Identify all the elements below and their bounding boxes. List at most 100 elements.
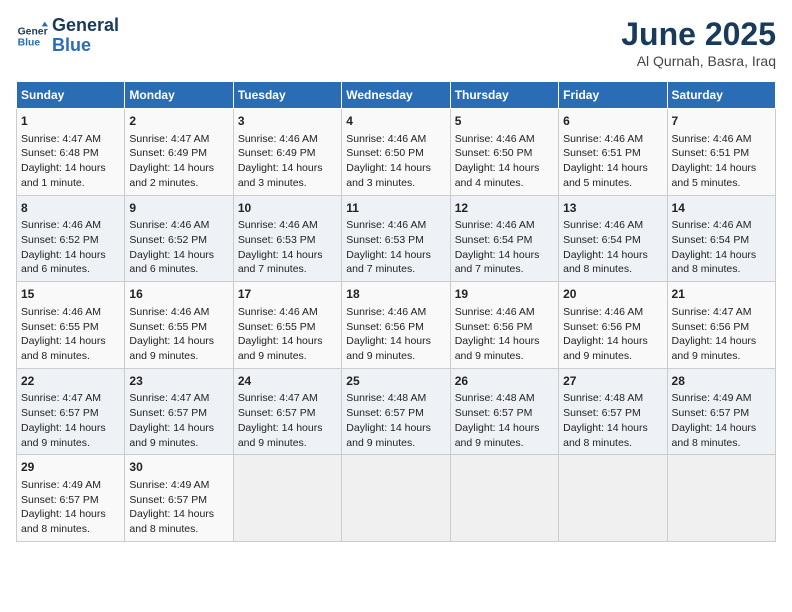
day-info-line: Sunrise: 4:46 AM	[455, 218, 554, 233]
day-info-line: Daylight: 14 hours and 6 minutes.	[21, 248, 120, 277]
calendar-cell: 4Sunrise: 4:46 AMSunset: 6:50 PMDaylight…	[342, 109, 450, 196]
day-info-line: Daylight: 14 hours and 5 minutes.	[672, 161, 771, 190]
day-info-line: Daylight: 14 hours and 8 minutes.	[21, 334, 120, 363]
day-info-line: Daylight: 14 hours and 9 minutes.	[455, 421, 554, 450]
day-number: 29	[21, 459, 120, 476]
dow-header-cell: Tuesday	[233, 82, 341, 109]
day-number: 5	[455, 113, 554, 130]
day-info-line: Daylight: 14 hours and 9 minutes.	[238, 421, 337, 450]
dow-header-cell: Sunday	[17, 82, 125, 109]
day-info-line: Sunset: 6:57 PM	[346, 406, 445, 421]
calendar-cell: 9Sunrise: 4:46 AMSunset: 6:52 PMDaylight…	[125, 195, 233, 282]
day-info-line: Sunset: 6:52 PM	[21, 233, 120, 248]
calendar-cell: 25Sunrise: 4:48 AMSunset: 6:57 PMDayligh…	[342, 368, 450, 455]
day-info-line: Sunset: 6:52 PM	[129, 233, 228, 248]
calendar-cell: 26Sunrise: 4:48 AMSunset: 6:57 PMDayligh…	[450, 368, 558, 455]
day-info-line: Sunset: 6:57 PM	[21, 406, 120, 421]
day-info-line: Daylight: 14 hours and 5 minutes.	[563, 161, 662, 190]
day-info-line: Daylight: 14 hours and 8 minutes.	[21, 507, 120, 536]
day-info-line: Sunrise: 4:47 AM	[672, 305, 771, 320]
day-number: 8	[21, 200, 120, 217]
day-info-line: Sunrise: 4:46 AM	[238, 132, 337, 147]
day-info-line: Daylight: 14 hours and 3 minutes.	[346, 161, 445, 190]
day-info-line: Sunset: 6:57 PM	[238, 406, 337, 421]
day-info-line: Daylight: 14 hours and 8 minutes.	[672, 248, 771, 277]
day-info-line: Daylight: 14 hours and 7 minutes.	[346, 248, 445, 277]
day-info-line: Sunrise: 4:46 AM	[672, 218, 771, 233]
day-info-line: Daylight: 14 hours and 8 minutes.	[563, 421, 662, 450]
day-info-line: Sunset: 6:53 PM	[346, 233, 445, 248]
day-info-line: Sunrise: 4:47 AM	[129, 391, 228, 406]
day-number: 19	[455, 286, 554, 303]
day-number: 3	[238, 113, 337, 130]
day-info-line: Sunset: 6:57 PM	[129, 493, 228, 508]
day-info-line: Sunset: 6:57 PM	[21, 493, 120, 508]
day-info-line: Sunrise: 4:46 AM	[129, 218, 228, 233]
calendar-cell: 7Sunrise: 4:46 AMSunset: 6:51 PMDaylight…	[667, 109, 775, 196]
day-info-line: Sunrise: 4:46 AM	[563, 132, 662, 147]
day-number: 14	[672, 200, 771, 217]
day-info-line: Sunrise: 4:47 AM	[21, 132, 120, 147]
day-info-line: Sunset: 6:55 PM	[238, 320, 337, 335]
day-info-line: Sunrise: 4:48 AM	[455, 391, 554, 406]
calendar-table: SundayMondayTuesdayWednesdayThursdayFrid…	[16, 81, 776, 542]
calendar-cell: 6Sunrise: 4:46 AMSunset: 6:51 PMDaylight…	[559, 109, 667, 196]
day-info-line: Daylight: 14 hours and 8 minutes.	[563, 248, 662, 277]
calendar-cell: 19Sunrise: 4:46 AMSunset: 6:56 PMDayligh…	[450, 282, 558, 369]
day-info-line: Sunrise: 4:46 AM	[346, 305, 445, 320]
calendar-cell: 21Sunrise: 4:47 AMSunset: 6:56 PMDayligh…	[667, 282, 775, 369]
calendar-cell	[450, 455, 558, 542]
dow-header-cell: Friday	[559, 82, 667, 109]
day-info-line: Sunset: 6:55 PM	[129, 320, 228, 335]
day-info-line: Sunset: 6:57 PM	[455, 406, 554, 421]
calendar-week-row: 29Sunrise: 4:49 AMSunset: 6:57 PMDayligh…	[17, 455, 776, 542]
day-info-line: Sunset: 6:55 PM	[21, 320, 120, 335]
calendar-cell: 11Sunrise: 4:46 AMSunset: 6:53 PMDayligh…	[342, 195, 450, 282]
day-number: 4	[346, 113, 445, 130]
day-info-line: Daylight: 14 hours and 8 minutes.	[129, 507, 228, 536]
day-info-line: Daylight: 14 hours and 7 minutes.	[455, 248, 554, 277]
day-number: 22	[21, 373, 120, 390]
day-info-line: Sunrise: 4:46 AM	[21, 218, 120, 233]
day-info-line: Sunset: 6:49 PM	[129, 146, 228, 161]
calendar-cell: 18Sunrise: 4:46 AMSunset: 6:56 PMDayligh…	[342, 282, 450, 369]
header: General Blue General Blue June 2025 Al Q…	[16, 16, 776, 69]
day-info-line: Daylight: 14 hours and 9 minutes.	[21, 421, 120, 450]
calendar-cell: 3 Sunrise: 4:46 AMSunset: 6:49 PMDaylight…	[233, 109, 341, 196]
calendar-cell: 2Sunrise: 4:47 AMSunset: 6:49 PMDaylight…	[125, 109, 233, 196]
day-number: 30	[129, 459, 228, 476]
day-number: 10	[238, 200, 337, 217]
day-info-line: Sunrise: 4:49 AM	[129, 478, 228, 493]
day-number: 28	[672, 373, 771, 390]
day-info-line: Daylight: 14 hours and 3 minutes.	[238, 161, 337, 190]
location-title: Al Qurnah, Basra, Iraq	[621, 53, 776, 69]
day-number: 26	[455, 373, 554, 390]
day-info-line: Sunrise: 4:46 AM	[346, 218, 445, 233]
logo: General Blue General Blue	[16, 16, 119, 56]
day-info-line: Sunset: 6:56 PM	[672, 320, 771, 335]
month-title: June 2025	[621, 16, 776, 53]
calendar-body: 1Sunrise: 4:47 AMSunset: 6:48 PMDaylight…	[17, 109, 776, 542]
day-info-line: Daylight: 14 hours and 4 minutes.	[455, 161, 554, 190]
calendar-cell: 29Sunrise: 4:49 AMSunset: 6:57 PMDayligh…	[17, 455, 125, 542]
day-info-line: Sunset: 6:50 PM	[455, 146, 554, 161]
day-number: 24	[238, 373, 337, 390]
day-info-line: Sunrise: 4:47 AM	[21, 391, 120, 406]
calendar-cell: 27Sunrise: 4:48 AMSunset: 6:57 PMDayligh…	[559, 368, 667, 455]
day-number: 20	[563, 286, 662, 303]
day-info-line: Sunrise: 4:46 AM	[672, 132, 771, 147]
day-info-line: Daylight: 14 hours and 1 minute.	[21, 161, 120, 190]
day-number: 23	[129, 373, 228, 390]
day-info-line: Sunset: 6:56 PM	[346, 320, 445, 335]
day-number: 16	[129, 286, 228, 303]
day-info-line: Sunrise: 4:46 AM	[238, 305, 337, 320]
day-info-line: Daylight: 14 hours and 9 minutes.	[346, 334, 445, 363]
calendar-cell: 14Sunrise: 4:46 AMSunset: 6:54 PMDayligh…	[667, 195, 775, 282]
day-info-line: Sunset: 6:49 PM	[238, 146, 337, 161]
day-info-line: Sunset: 6:54 PM	[563, 233, 662, 248]
day-info-line: Daylight: 14 hours and 8 minutes.	[672, 421, 771, 450]
day-info-line: Sunset: 6:51 PM	[563, 146, 662, 161]
calendar-week-row: 8Sunrise: 4:46 AMSunset: 6:52 PMDaylight…	[17, 195, 776, 282]
calendar-cell: 23Sunrise: 4:47 AMSunset: 6:57 PMDayligh…	[125, 368, 233, 455]
day-info-line: Sunrise: 4:46 AM	[238, 218, 337, 233]
